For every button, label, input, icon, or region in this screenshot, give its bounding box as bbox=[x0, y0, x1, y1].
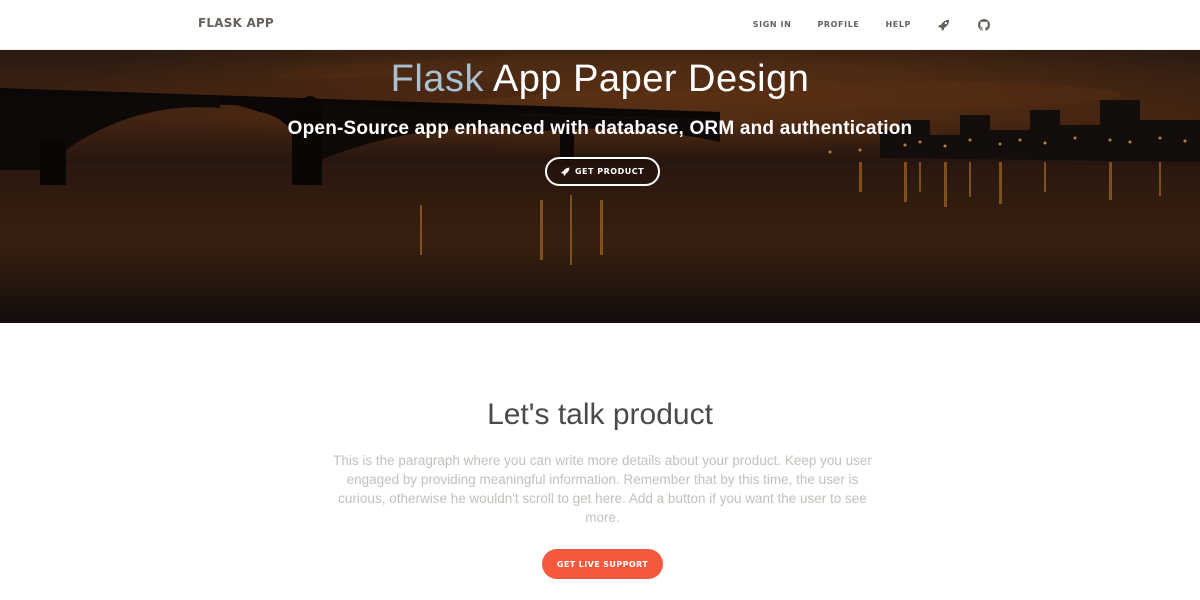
brand-link[interactable]: FLASK APP bbox=[198, 16, 274, 30]
rocket-icon[interactable] bbox=[924, 0, 964, 50]
product-section: Let's talk product This is the paragraph… bbox=[0, 323, 1200, 600]
get-product-label: GET PRODUCT bbox=[574, 167, 645, 176]
hero-subtitle: Open-Source app enhanced with database, … bbox=[287, 118, 913, 139]
nav-links: SIGN IN PROFILE HELP bbox=[740, 0, 1004, 50]
rocket-icon bbox=[560, 167, 570, 176]
get-live-support-label: GET LIVE SUPPORT bbox=[556, 559, 649, 569]
nav-profile[interactable]: PROFILE bbox=[804, 0, 872, 50]
nav-help[interactable]: HELP bbox=[872, 0, 924, 50]
hero-title-accent: Flask bbox=[390, 58, 484, 100]
nav-sign-in[interactable]: SIGN IN bbox=[740, 0, 805, 50]
github-icon-glyph bbox=[978, 19, 990, 31]
rocket-icon-glyph bbox=[938, 19, 950, 31]
navbar: FLASK APP SIGN IN PROFILE HELP bbox=[0, 0, 1200, 50]
hero-title: Flask App Paper Design bbox=[0, 58, 1200, 101]
github-icon[interactable] bbox=[964, 0, 1004, 50]
hero-banner: Flask App Paper Design Open-Source app e… bbox=[0, 50, 1200, 323]
get-live-support-button[interactable]: GET LIVE SUPPORT bbox=[542, 549, 663, 579]
hero-title-rest: App Paper Design bbox=[483, 58, 810, 100]
section-title: Let's talk product bbox=[487, 398, 713, 431]
get-product-button[interactable]: GET PRODUCT bbox=[545, 157, 660, 186]
section-paragraph: This is the paragraph where you can writ… bbox=[333, 453, 872, 525]
